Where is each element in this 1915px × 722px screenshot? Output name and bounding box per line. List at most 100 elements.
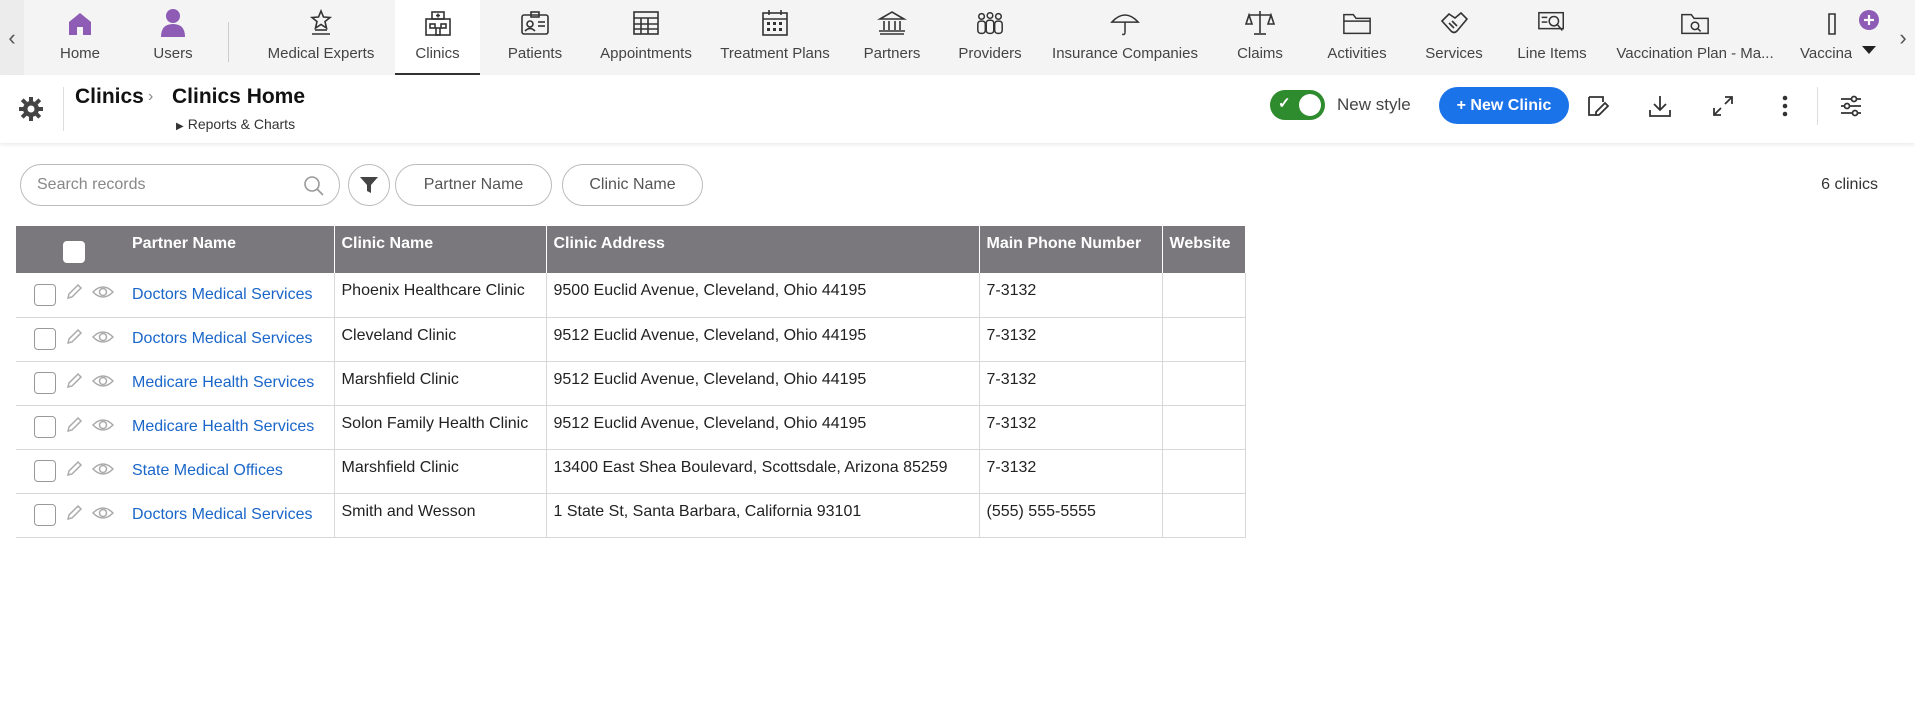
cell-website: [1162, 317, 1246, 362]
table-row[interactable]: Doctors Medical Services Smith and Wesso…: [16, 493, 1246, 538]
search-input[interactable]: [37, 165, 297, 205]
cell-clinic-address: 9512 Euclid Avenue, Cleveland, Ohio 4419…: [546, 317, 980, 362]
cell-phone: (555) 555-5555: [979, 493, 1163, 538]
row-controls: [16, 503, 132, 528]
nav-label: Vaccination Plan - Ma...: [1616, 45, 1774, 62]
gear-icon[interactable]: [18, 96, 44, 122]
nav-item-clinics[interactable]: Clinics: [395, 0, 480, 75]
expand-icon[interactable]: [1710, 93, 1736, 119]
breadcrumb-root[interactable]: Clinics: [75, 85, 144, 109]
column-header-partner-name[interactable]: Partner Name: [16, 226, 335, 273]
pencil-icon[interactable]: [64, 415, 84, 440]
row-controls: [16, 282, 132, 307]
partner-link[interactable]: Doctors Medical Services: [132, 330, 313, 348]
row-checkbox[interactable]: [34, 283, 56, 306]
partner-link[interactable]: Medicare Health Services: [132, 374, 314, 392]
select-all-checkbox[interactable]: [63, 241, 85, 263]
table-row[interactable]: Doctors Medical Services Phoenix Healthc…: [16, 273, 1246, 318]
pencil-icon[interactable]: [64, 282, 84, 307]
column-header-clinic-address[interactable]: Clinic Address: [546, 226, 980, 273]
column-header-website[interactable]: Website: [1162, 226, 1246, 273]
partner-link[interactable]: Doctors Medical Services: [132, 506, 313, 524]
cell-clinic-address: 13400 East Shea Boulevard, Scottsdale, A…: [546, 449, 980, 494]
nav-item-line-items[interactable]: Line Items: [1516, 0, 1588, 75]
record-count: 6 clinics: [1821, 176, 1878, 193]
new-clinic-button[interactable]: + New Clinic: [1439, 87, 1569, 124]
row-checkbox[interactable]: [34, 504, 56, 526]
cell-clinic-address: 9500 Euclid Avenue, Cleveland, Ohio 4419…: [546, 273, 980, 318]
nav-item-home[interactable]: Home: [48, 0, 112, 75]
pencil-icon[interactable]: [64, 459, 84, 484]
breadcrumb-chevron-icon: ›: [148, 88, 154, 105]
row-checkbox[interactable]: [34, 328, 56, 350]
nav-label: Treatment Plans: [720, 45, 830, 62]
nav-label: Appointments: [600, 45, 692, 62]
row-checkbox[interactable]: [34, 416, 56, 438]
pencil-icon[interactable]: [64, 503, 84, 528]
clinic-name-filter-pill[interactable]: Clinic Name: [562, 164, 703, 206]
nav-item-patients[interactable]: Patients: [500, 0, 570, 75]
settings-sliders-icon[interactable]: [1838, 93, 1864, 119]
pencil-icon[interactable]: [64, 327, 84, 352]
row-checkbox[interactable]: [34, 460, 56, 482]
reports-charts-toggle[interactable]: ▶ Reports & Charts: [176, 116, 295, 132]
nav-scroll-left-icon[interactable]: ‹: [0, 0, 24, 75]
partner-name-filter-pill[interactable]: Partner Name: [395, 164, 552, 206]
new-style-label: New style: [1337, 95, 1411, 114]
cell-phone: 7-3132: [979, 361, 1163, 406]
column-header-main-phone[interactable]: Main Phone Number: [979, 226, 1163, 273]
nav-item-medical-experts[interactable]: Medical Experts: [262, 0, 380, 75]
search-icon[interactable]: [303, 175, 325, 202]
column-header-label: Partner Name: [132, 235, 237, 252]
cell-clinic-name: Phoenix Healthcare Clinic: [334, 273, 547, 318]
nav-item-treatment-plans[interactable]: Treatment Plans: [720, 0, 830, 75]
search-list-icon: [1537, 8, 1567, 38]
partner-link[interactable]: Doctors Medical Services: [132, 286, 313, 304]
partner-link[interactable]: State Medical Offices: [132, 462, 283, 480]
nav-item-users[interactable]: Users: [143, 0, 203, 75]
header-divider: [1817, 87, 1818, 125]
cell-phone: 7-3132: [979, 405, 1163, 450]
pencil-icon[interactable]: [64, 371, 84, 396]
nav-label: Line Items: [1517, 45, 1587, 62]
partner-link[interactable]: Medicare Health Services: [132, 418, 314, 436]
table-row[interactable]: Medicare Health Services Solon Family He…: [16, 405, 1246, 450]
page-header: Clinics › Clinics Home ▶ Reports & Charts…: [0, 75, 1915, 143]
header-divider: [63, 87, 64, 131]
nav-item-claims[interactable]: Claims: [1236, 0, 1284, 75]
cell-clinic-address: 9512 Euclid Avenue, Cleveland, Ohio 4419…: [546, 361, 980, 406]
filter-button[interactable]: [348, 164, 390, 206]
nav-item-vaccination-truncated[interactable]: Vaccina: [1800, 0, 1852, 75]
cell-clinic-name: Solon Family Health Clinic: [334, 405, 547, 450]
row-controls: [16, 371, 132, 396]
column-header-clinic-name[interactable]: Clinic Name: [334, 226, 547, 273]
table-row[interactable]: Doctors Medical Services Cleveland Clini…: [16, 317, 1246, 362]
cell-clinic-address: 1 State St, Santa Barbara, California 93…: [546, 493, 980, 538]
nav-label: Providers: [958, 45, 1022, 62]
edit-layout-icon[interactable]: [1585, 93, 1611, 119]
eye-icon[interactable]: [91, 283, 115, 306]
nav-item-partners[interactable]: Partners: [860, 0, 924, 75]
more-options-icon[interactable]: [1772, 93, 1798, 119]
eye-icon[interactable]: [91, 328, 115, 351]
table-row[interactable]: Medicare Health Services Marshfield Clin…: [16, 361, 1246, 406]
download-icon[interactable]: [1647, 93, 1673, 119]
new-style-toggle[interactable]: ✓: [1270, 90, 1325, 120]
nav-item-insurance-companies[interactable]: Insurance Companies: [1050, 0, 1200, 75]
nav-item-providers[interactable]: Providers: [954, 0, 1026, 75]
nav-item-appointments[interactable]: Appointments: [596, 0, 696, 75]
eye-icon[interactable]: [91, 372, 115, 395]
nav-scroll-right-icon[interactable]: ›: [1891, 0, 1915, 75]
top-navigation: ‹ Home Users Medical Experts Clinics Pat…: [0, 0, 1915, 75]
row-checkbox[interactable]: [34, 372, 56, 394]
eye-icon[interactable]: [91, 504, 115, 527]
table-row[interactable]: State Medical Offices Marshfield Clinic …: [16, 449, 1246, 494]
nav-item-vaccination-plan[interactable]: Vaccination Plan - Ma...: [1612, 0, 1778, 75]
eye-icon[interactable]: [91, 416, 115, 439]
folder-search-icon: [1680, 8, 1710, 38]
nav-item-services[interactable]: Services: [1424, 0, 1484, 75]
toggle-knob: [1299, 94, 1321, 116]
cell-clinic-name: Cleveland Clinic: [334, 317, 547, 362]
eye-icon[interactable]: [91, 460, 115, 483]
nav-item-activities[interactable]: Activities: [1324, 0, 1390, 75]
